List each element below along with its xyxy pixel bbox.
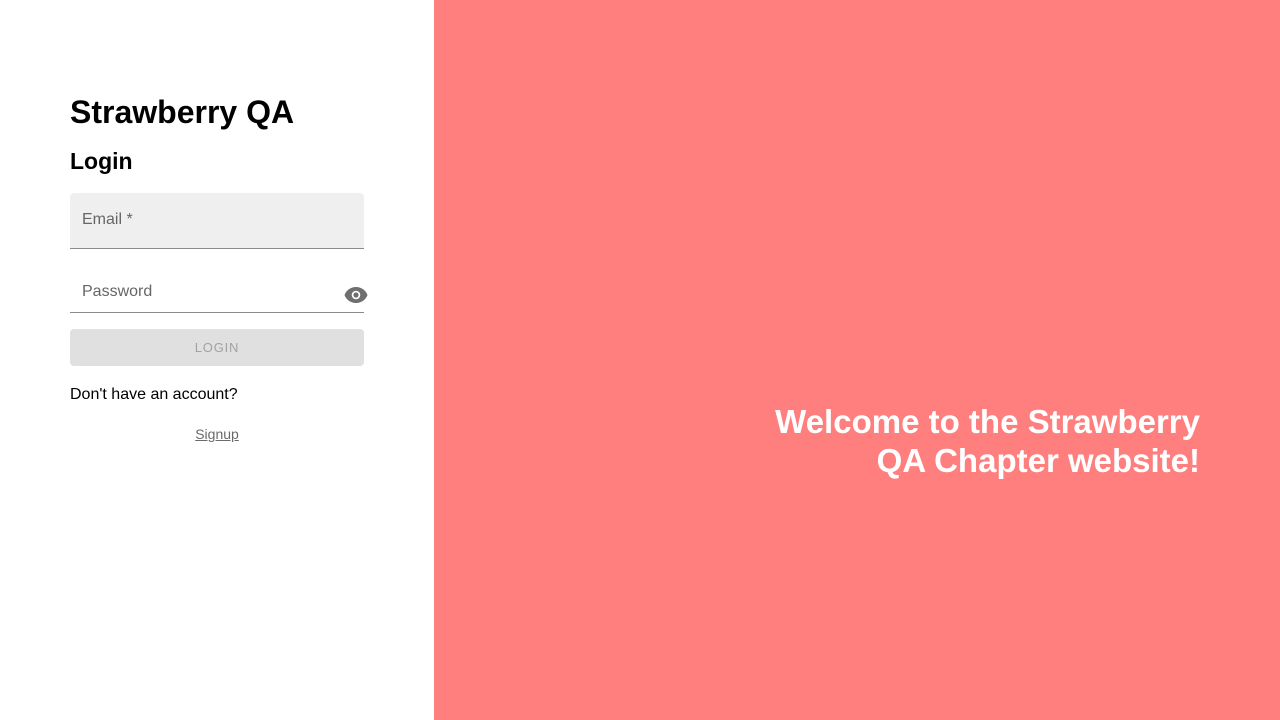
no-account-text: Don't have an account?	[70, 386, 238, 403]
login-heading: Login	[70, 148, 133, 174]
login-page: Strawberry QA Login Email * Password LOG…	[0, 0, 1280, 720]
signup-link[interactable]: Signup	[70, 426, 364, 442]
password-field[interactable]: Password	[70, 273, 368, 313]
welcome-panel: Welcome to the Strawberry QA Chapter web…	[434, 0, 1280, 720]
email-input[interactable]	[70, 193, 364, 248]
email-field[interactable]: Email *	[70, 193, 364, 249]
login-form: Strawberry QA Login Email * Password LOG…	[70, 90, 368, 442]
password-input[interactable]	[70, 273, 364, 312]
app-title: Strawberry QA	[70, 94, 295, 130]
eye-icon[interactable]	[344, 286, 368, 304]
login-panel: Strawberry QA Login Email * Password LOG…	[0, 0, 434, 720]
login-button[interactable]: LOGIN	[70, 329, 364, 366]
welcome-text: Welcome to the Strawberry QA Chapter web…	[775, 403, 1200, 479]
